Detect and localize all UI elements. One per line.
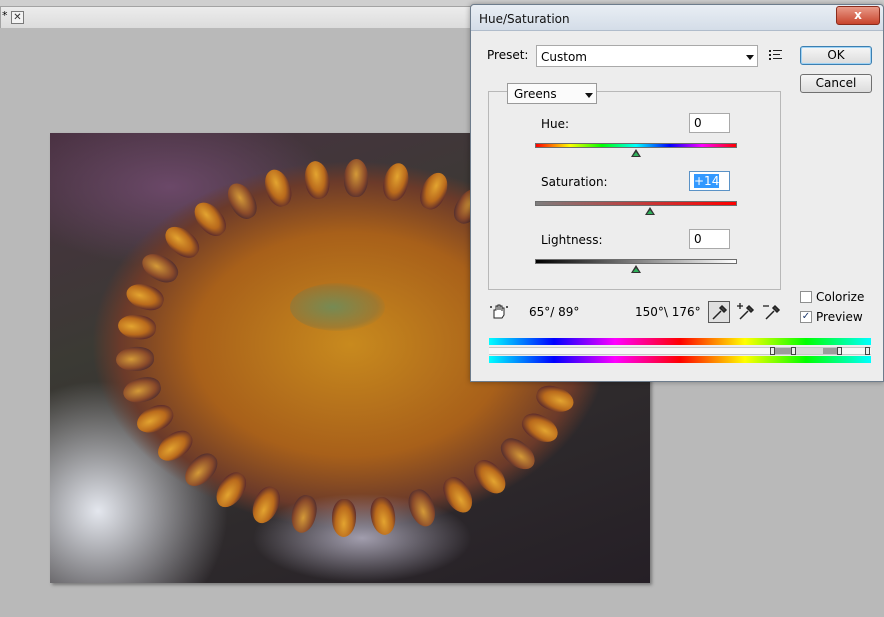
coral-tentacle: [178, 448, 223, 493]
saturation-input[interactable]: +14: [689, 171, 730, 191]
coral-tentacle: [331, 498, 357, 538]
tab-close-icon[interactable]: ✕: [11, 11, 24, 24]
coral-tentacle: [468, 454, 512, 500]
preset-label: Preset:: [487, 48, 529, 62]
coral-tentacle: [379, 160, 412, 204]
input-color-spectrum: [489, 338, 871, 345]
preview-label: Preview: [816, 310, 863, 324]
saturation-label: Saturation:: [541, 175, 608, 189]
coral-tentacle: [301, 159, 332, 201]
coral-tentacle: [404, 486, 440, 531]
dialog-titlebar[interactable]: Hue/Saturation x: [471, 5, 883, 31]
channel-value: Greens: [514, 87, 557, 101]
hue-label: Hue:: [541, 117, 570, 131]
hue-input[interactable]: 0: [689, 113, 730, 133]
preset-value: Custom: [541, 50, 587, 64]
coral-tentacle: [222, 178, 263, 224]
eyedropper-icon[interactable]: [708, 301, 730, 323]
lightness-slider-thumb[interactable]: [631, 265, 641, 273]
dialog-title: Hue/Saturation: [479, 12, 570, 26]
coral-tentacle: [368, 495, 399, 537]
coral-tentacle: [533, 382, 577, 417]
lightness-label: Lightness:: [541, 233, 603, 247]
colorize-checkbox[interactable]: [800, 291, 812, 303]
coral-mouth: [290, 283, 385, 331]
coral-tentacle: [138, 248, 183, 288]
range-handle-outer-left[interactable]: [770, 347, 775, 355]
colorize-label: Colorize: [816, 290, 865, 304]
coral-tentacle: [210, 467, 252, 513]
coral-tentacle: [260, 165, 296, 210]
cancel-button[interactable]: Cancel: [800, 74, 872, 93]
coral-tentacle: [437, 472, 478, 518]
dialog-close-button[interactable]: x: [836, 6, 880, 25]
eyedropper-minus-icon[interactable]: [761, 301, 783, 323]
lightness-slider-track[interactable]: [535, 259, 737, 264]
coral-tentacle: [415, 169, 452, 214]
hue-slider-track[interactable]: [535, 143, 737, 148]
range-handle-inner-right[interactable]: [837, 347, 842, 355]
hue-saturation-dialog: Hue/Saturation x Preset: Custom OK Cance…: [470, 4, 884, 382]
coral-tentacle: [247, 482, 285, 527]
coral-tentacle: [288, 492, 321, 536]
coral-tentacle: [115, 345, 156, 372]
coral-tentacle: [188, 196, 232, 242]
output-color-spectrum: [489, 356, 871, 363]
range-handle-inner-left[interactable]: [791, 347, 796, 355]
hand-adjust-icon[interactable]: [489, 303, 509, 320]
preview-checkbox[interactable]: ✓: [800, 311, 812, 323]
lightness-input[interactable]: 0: [689, 229, 730, 249]
unsaved-marker: *: [2, 9, 8, 22]
saturation-slider-track[interactable]: [535, 201, 737, 206]
channel-dropdown[interactable]: Greens: [507, 83, 597, 104]
saturation-slider-thumb[interactable]: [645, 207, 656, 215]
list-options-icon[interactable]: [769, 49, 782, 61]
coral-tentacle: [343, 158, 369, 198]
range-left-degrees: 65°/ 89°: [529, 305, 580, 319]
coral-tentacle: [495, 433, 540, 476]
ok-button[interactable]: OK: [800, 46, 872, 65]
eyedropper-plus-icon[interactable]: [735, 301, 757, 323]
hue-slider-thumb[interactable]: [631, 149, 641, 157]
coral-tentacle: [159, 220, 205, 263]
coral-tentacle: [123, 279, 167, 314]
preset-dropdown[interactable]: Custom: [536, 45, 758, 67]
coral-tentacle: [152, 425, 198, 468]
chevron-down-icon: [746, 55, 754, 60]
document-tab[interactable]: * ✕: [0, 6, 478, 28]
coral-tentacle: [132, 400, 178, 439]
range-handle-outer-right[interactable]: [865, 347, 870, 355]
coral-tentacle: [120, 373, 163, 406]
chevron-down-icon: [585, 93, 593, 98]
color-range-slider[interactable]: [489, 347, 871, 355]
range-right-degrees: 150°\ 176°: [635, 305, 701, 319]
coral-tentacle: [116, 313, 157, 342]
coral-tentacle: [517, 408, 562, 448]
